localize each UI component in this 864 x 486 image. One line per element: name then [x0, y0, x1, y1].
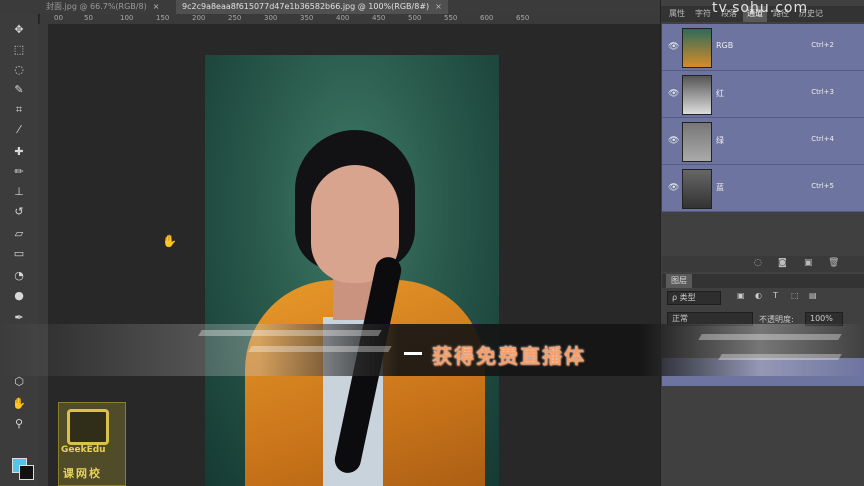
document-tab-bar: 封面.jpg @ 66.7%(RGB/8) × 9c2c9a8eaa8f61507…: [0, 0, 660, 15]
sohu-watermark: tv.sohu.com: [712, 0, 809, 16]
filter-type-icon[interactable]: T: [773, 291, 778, 300]
crop-tool-icon[interactable]: ⌗: [10, 102, 28, 118]
channel-row-blue[interactable]: 👁 蓝 Ctrl+5: [662, 165, 864, 212]
channel-name: RGB: [716, 41, 734, 50]
load-selection-icon[interactable]: ◌: [754, 258, 762, 268]
banner-accent-bar: [404, 352, 422, 355]
filter-shape-icon[interactable]: ⬚: [791, 291, 799, 300]
ruler-tick: 300: [264, 14, 278, 22]
banner-streak: [248, 346, 392, 352]
history-brush-tool-icon[interactable]: ↺: [10, 204, 28, 220]
channel-shortcut: Ctrl+2: [811, 41, 834, 49]
ruler-tick: 650: [516, 14, 530, 22]
close-icon[interactable]: ×: [435, 2, 442, 11]
channel-name: 蓝: [716, 183, 724, 192]
channel-shortcut: Ctrl+5: [811, 182, 834, 190]
channel-shortcut: Ctrl+4: [811, 135, 834, 143]
filter-smart-icon[interactable]: ▤: [809, 291, 817, 300]
channel-row-green[interactable]: 👁 绿 Ctrl+4: [662, 118, 864, 165]
move-tool-icon[interactable]: ✥: [10, 22, 28, 38]
eye-icon[interactable]: 👁: [668, 89, 679, 99]
tab-active-document[interactable]: 9c2c9a8eaa8f615077d47e1b36582b66.jpg @ 1…: [176, 0, 448, 14]
marquee-tool-icon[interactable]: ⬚: [10, 42, 28, 58]
geekedu-logo: GeekEdu 课网校: [58, 402, 126, 486]
ruler-tick: 500: [408, 14, 422, 22]
eye-icon[interactable]: 👁: [668, 136, 679, 146]
brush-tool-icon[interactable]: ✏: [10, 164, 28, 180]
dodge-tool-icon[interactable]: ●: [10, 288, 28, 304]
left-ruler: [38, 24, 48, 486]
trash-icon[interactable]: 🗑: [828, 258, 839, 268]
new-channel-icon[interactable]: ▣: [804, 258, 813, 268]
channel-shortcut: Ctrl+3: [811, 88, 834, 96]
layer-filter-select[interactable]: ρ 类型: [667, 291, 721, 305]
filter-adjustment-icon[interactable]: ◐: [755, 291, 762, 300]
ruler-tick: 550: [444, 14, 458, 22]
banner-streak: [698, 334, 842, 340]
logo-text-en: GeekEdu: [61, 445, 106, 455]
eye-icon[interactable]: 👁: [668, 42, 679, 52]
channel-thumbnail: [682, 169, 712, 209]
channel-thumbnail: [682, 122, 712, 162]
channel-row-red[interactable]: 👁 红 Ctrl+3: [662, 71, 864, 118]
ruler-tick: 200: [192, 14, 206, 22]
document-photo[interactable]: [205, 55, 499, 486]
healing-brush-tool-icon[interactable]: ✚: [10, 144, 28, 160]
ruler-tick: 350: [300, 14, 314, 22]
ruler-tick: 50: [84, 14, 93, 22]
eraser-tool-icon[interactable]: ▱: [10, 226, 28, 242]
ruler-tick: 450: [372, 14, 386, 22]
banner-text: 获得免费直播体: [432, 344, 586, 368]
ruler-tick: 400: [336, 14, 350, 22]
hand-tool-icon[interactable]: ✋: [10, 396, 28, 412]
shape-tool-icon[interactable]: ⬡: [10, 374, 28, 390]
color-swatches[interactable]: [12, 458, 34, 480]
tab-properties[interactable]: 属性: [665, 6, 689, 22]
banner-streak: [718, 354, 842, 360]
background-color-swatch[interactable]: [19, 465, 34, 480]
right-panel: 属性 字符 段落 通道 路径 历史记 👁 RGB Ctrl+2 👁 红 Ctrl…: [660, 0, 864, 486]
gradient-tool-icon[interactable]: ▭: [10, 246, 28, 262]
tab-label: 封面.jpg @ 66.7%(RGB/8): [46, 2, 147, 11]
banner-streak: [198, 330, 382, 336]
tools-panel: ✥ ⬚ ◌ ✎ ⌗ ⁄ ✚ ✏ ⊥ ↺ ▱ ▭ ◔ ● ✒ ⬡ ✋ ⚲: [0, 14, 39, 486]
eye-icon[interactable]: 👁: [668, 183, 679, 193]
clone-stamp-tool-icon[interactable]: ⊥: [10, 184, 28, 200]
hand-cursor-icon: ✋: [162, 234, 177, 248]
quick-select-tool-icon[interactable]: ✎: [10, 82, 28, 98]
channel-thumbnail: [682, 75, 712, 115]
channel-tools-bar: ◌ ◙ ▣ 🗑: [662, 256, 864, 272]
tab-label: 9c2c9a8eaa8f615077d47e1b36582b66.jpg @ 1…: [182, 2, 430, 11]
blur-tool-icon[interactable]: ◔: [10, 268, 28, 284]
layer-filter-row: ρ 类型 ▣ ◐ T ⬚ ▤: [667, 291, 857, 305]
logo-monitor-icon: [67, 409, 109, 445]
ruler-tick: 00: [54, 14, 63, 22]
eyedropper-tool-icon[interactable]: ⁄: [10, 122, 28, 138]
logo-text-cn: 课网校: [63, 467, 102, 480]
tab-layers[interactable]: 图层: [666, 274, 692, 288]
lasso-tool-icon[interactable]: ◌: [10, 62, 28, 78]
zoom-tool-icon[interactable]: ⚲: [10, 416, 28, 432]
ruler-tick: 150: [156, 14, 170, 22]
channel-thumbnail: [682, 28, 712, 68]
channel-name: 红: [716, 89, 724, 98]
ruler-tick: 600: [480, 14, 494, 22]
channel-row-rgb[interactable]: 👁 RGB Ctrl+2: [662, 24, 864, 71]
save-selection-icon[interactable]: ◙: [778, 258, 787, 268]
tab-cover-jpg[interactable]: 封面.jpg @ 66.7%(RGB/8) ×: [40, 0, 165, 14]
ruler-tick: 250: [228, 14, 242, 22]
close-icon[interactable]: ×: [153, 2, 160, 11]
ruler-tick: 100: [120, 14, 134, 22]
layers-panel-header: 图层: [662, 274, 864, 288]
channel-name: 绿: [716, 136, 724, 145]
filter-pixel-icon[interactable]: ▣: [737, 291, 745, 300]
